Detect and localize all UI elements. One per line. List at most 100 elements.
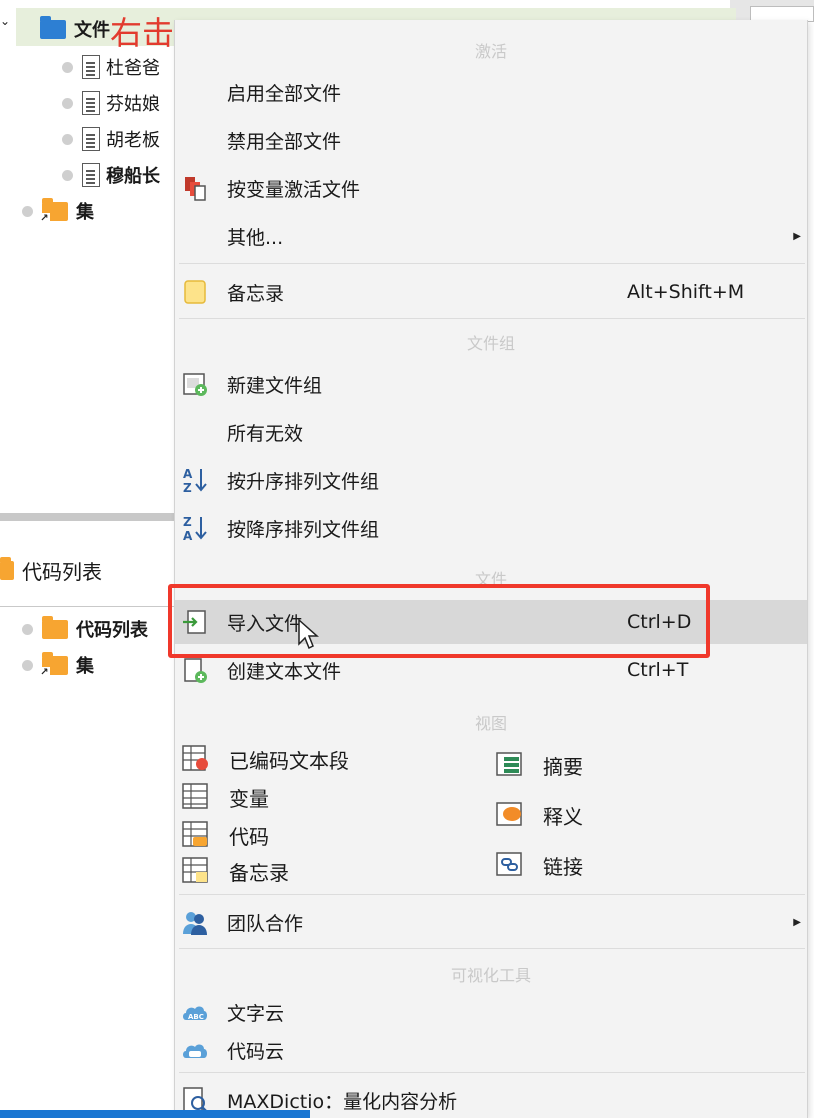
menu-separator [179, 1072, 805, 1073]
panel-splitter[interactable] [0, 513, 180, 521]
menu-item-label: 摘要 [543, 754, 583, 779]
menu-item-label: 链接 [543, 854, 583, 879]
variables-icon [182, 783, 208, 809]
menu-item-label: 代码云 [227, 1040, 285, 1063]
tree-document-item[interactable]: 杜爸爸 [62, 54, 160, 80]
tree-root-label: 文件 [74, 20, 110, 41]
menu-item-paraphrase[interactable]: 释义 [495, 800, 583, 830]
menu-item-new-file-group[interactable]: 新建文件组 [175, 362, 807, 406]
document-label: 胡老板 [106, 130, 160, 151]
status-dot [62, 169, 73, 181]
status-dot [22, 659, 33, 671]
tree-root-documents[interactable]: 文件 [40, 15, 110, 42]
code-system-header: 代码列表 [0, 556, 102, 585]
memo-icon [184, 280, 206, 304]
section-header-view: 视图 [474, 714, 507, 733]
menu-item-label: 按变量激活文件 [227, 178, 361, 201]
tree-set-item[interactable]: ↗ 集 [22, 197, 94, 224]
code-cloud-icon [183, 1044, 207, 1058]
coded-segments-icon [182, 745, 208, 771]
menu-item-variables[interactable]: 变量 [181, 782, 269, 812]
horizontal-scrollbar[interactable] [0, 1110, 310, 1118]
codes-icon [182, 821, 208, 847]
menu-item-label: 已编码文本段 [229, 748, 349, 773]
menu-item-links[interactable]: 链接 [495, 850, 583, 880]
document-icon [82, 91, 100, 115]
codes-folder-icon [0, 557, 14, 580]
new-file-group-icon [183, 373, 207, 396]
document-label: 穆船长 [106, 166, 160, 187]
links-icon [496, 852, 522, 876]
menu-item-label: 备忘录 [229, 860, 289, 885]
document-tree-panel: ⌄ 文件 杜爸爸 芬姑娘 胡老板 穆船长 ↗ 集 代码列表 代码列表 ↗ 集 右… [0, 0, 736, 1118]
tree-document-item[interactable]: 穆船长 [62, 162, 160, 188]
svg-text:A: A [183, 467, 193, 481]
menu-item-label: 创建文本文件 [227, 660, 342, 683]
tree-code-root[interactable]: 代码列表 [22, 615, 148, 642]
menu-item-label: 所有无效 [227, 422, 304, 445]
document-label: 杜爸爸 [106, 58, 160, 79]
menu-item-label: 其他... [227, 226, 284, 249]
menu-separator [179, 318, 805, 319]
status-dot [62, 97, 73, 109]
menu-item-enable-all[interactable]: 启用全部文件 [175, 70, 807, 114]
document-edit-icon [82, 163, 100, 187]
menu-item-coded-segments[interactable]: 已编码文本段 [181, 744, 349, 774]
menu-item-memos[interactable]: 备忘录 [181, 856, 289, 886]
svg-text:Z: Z [183, 481, 192, 494]
menu-shortcut: Ctrl+T [627, 659, 689, 681]
tree-code-set[interactable]: ↗ 集 [22, 651, 94, 678]
menu-item-label: 团队合作 [227, 912, 304, 935]
code-folder-icon [42, 615, 68, 639]
set-folder-icon: ↗ [39, 197, 68, 224]
menu-shortcut: Alt+Shift+M [627, 281, 745, 303]
tree-document-item[interactable]: 胡老板 [62, 126, 160, 152]
section-header-filegroup: 文件组 [466, 334, 515, 353]
menu-item-teamwork[interactable]: 团队合作 ▶ [175, 900, 807, 944]
menu-separator [179, 894, 805, 895]
document-label: 芬姑娘 [106, 94, 160, 115]
menu-item-other[interactable]: 其他... ▶ [175, 214, 807, 258]
menu-item-label: 变量 [229, 786, 269, 811]
menu-item-label: 备忘录 [227, 282, 285, 305]
sort-descending-icon: Z A [183, 515, 207, 542]
menu-separator [179, 263, 805, 264]
menu-item-code-cloud[interactable]: 代码云 [175, 1028, 807, 1072]
menu-item-codes[interactable]: 代码 [181, 820, 269, 850]
status-dot [22, 205, 33, 217]
expand-chevron-icon[interactable]: ⌄ [0, 14, 10, 28]
menu-item-activate-by-variable[interactable]: 按变量激活文件 [175, 166, 807, 210]
menu-item-label: 释义 [543, 804, 583, 829]
activate-by-variable-icon [185, 177, 206, 201]
create-text-file-icon [184, 658, 207, 683]
tree-document-item[interactable]: 芬姑娘 [62, 90, 160, 116]
status-dot [62, 133, 73, 145]
memos-table-icon [182, 857, 208, 883]
menu-item-label: 新建文件组 [227, 374, 323, 397]
menu-item-label: 代码 [229, 824, 269, 849]
section-header-activate: 激活 [474, 42, 507, 61]
folder-icon [40, 15, 66, 39]
menu-item-label: 按降序排列文件组 [227, 518, 380, 541]
menu-item-label: 文字云 [227, 1002, 285, 1025]
menu-item-summary[interactable]: 摘要 [495, 750, 583, 780]
paraphrase-icon [496, 802, 522, 826]
status-dot [22, 623, 33, 635]
summary-icon [496, 752, 522, 776]
status-dot [62, 61, 73, 73]
submenu-arrow-icon: ▶ [793, 230, 801, 242]
section-header-visualization: 可视化工具 [450, 966, 531, 985]
divider [0, 606, 180, 607]
submenu-arrow-icon: ▶ [793, 916, 801, 928]
svg-text:ABC: ABC [188, 1013, 204, 1021]
menu-item-disable-all[interactable]: 禁用全部文件 [175, 118, 807, 162]
menu-item-memo[interactable]: 备忘录 Alt+Shift+M [175, 270, 807, 314]
menu-item-sort-ascending[interactable]: A Z 按升序排列文件组 [175, 458, 807, 502]
code-system-title: 代码列表 [22, 560, 102, 584]
menu-item-sort-descending[interactable]: Z A 按降序排列文件组 [175, 506, 807, 550]
highlight-annotation-box [168, 584, 710, 658]
menu-item-all-invalid[interactable]: 所有无效 [175, 410, 807, 454]
menu-item-label: 按升序排列文件组 [227, 470, 380, 493]
code-set-label: 集 [76, 656, 94, 677]
code-root-label: 代码列表 [76, 620, 148, 641]
